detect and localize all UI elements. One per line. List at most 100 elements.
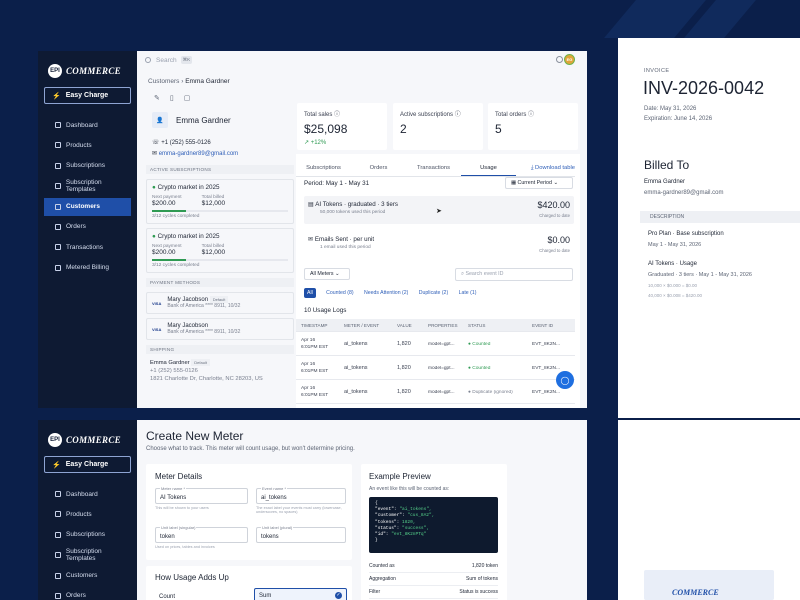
brand-logo[interactable]: EPI COMMERCE [38,51,137,81]
col-value[interactable]: VALUE [392,323,423,328]
col-timestamp[interactable]: TIMESTAMP [296,323,339,328]
breadcrumb-parent[interactable]: Customers [148,78,179,85]
visa-icon: VISA [152,300,162,306]
row-properties: model=gpt... [428,341,455,347]
unit-singular-field[interactable]: Unit label (singular) token [155,525,248,543]
check-icon: ✓ [335,592,342,599]
visa-icon: VISA [152,326,162,332]
mail-icon: ✉ [308,236,314,243]
invoice-number: INV-2026-0042 [643,78,765,98]
avatar[interactable]: EG [564,54,575,65]
filter-counted[interactable]: Counted (8) [326,290,353,296]
sidebar-item-customers[interactable]: Customers [44,567,131,585]
sidebar-item-orders[interactable]: Orders [44,587,131,600]
event-search-input[interactable]: ⌕ Search event ID [455,268,573,281]
col-meter-event[interactable]: METER / EVENT [339,323,392,328]
sidebar-item-transactions[interactable]: Transactions [44,238,131,256]
col-event-id[interactable]: EVENT ID [527,323,575,328]
products-icon [55,511,61,518]
meter-filter-label: All Meters [310,271,334,277]
download-table-button[interactable]: ⤓ Download table [531,163,575,176]
filter-all[interactable]: All [304,288,316,298]
sum-option[interactable]: Sum ✓ [254,588,347,600]
trash-icon[interactable]: ▯ [170,94,174,102]
code-value: "success", [402,525,430,531]
orders-icon [55,592,61,599]
event-name-field[interactable]: Event name * ai_tokens [256,486,346,504]
status-dot: ● [152,184,156,191]
edit-icon[interactable]: ✎ [154,94,160,102]
payment-method-card[interactable]: VISA Mary Jacobson Bank of America **** … [146,318,294,340]
stat-total-orders: Total orders ⓘ 5 [488,103,578,150]
sidebar-item-customers[interactable]: Customers [44,197,131,216]
cycles-text: 3/12 cycles completed [152,214,200,219]
billed-name: Emma Gardner [644,179,686,185]
sidebar-item-products[interactable]: Products [44,136,131,154]
sidebar-item-orders[interactable]: Orders [44,218,131,236]
stat-delta: ↗ +12% [304,140,327,146]
sidebar-item-subscription-templates[interactable]: Subscription Templates [44,546,131,564]
sidebar-item-label: Customers [66,203,100,211]
tab-transactions[interactable]: Transactions [406,163,461,176]
customer-email[interactable]: emma-gardner89@gmail.com [159,151,238,157]
breadcrumb: Customers › Emma Gardner [148,78,230,85]
sidebar-item-subscription-templates[interactable]: Subscription Templates [44,177,131,195]
payment-method-card[interactable]: VISA Mary Jacobson Default Bank of Ameri… [146,292,294,314]
gear-icon[interactable] [556,56,563,63]
brand-logo[interactable]: EPI COMMERCE [38,420,137,450]
row-date: Apr 16 [301,386,316,391]
breadcrumb-current: Emma Gardner [185,78,230,85]
filter-needs-attention[interactable]: Needs Attention (2) [364,290,408,296]
unit-singular-value: token [160,534,175,540]
meter-name-field[interactable]: Meter name * AI Tokens [155,486,248,504]
stat-label: Total orders [495,112,527,118]
sidebar-item-dashboard[interactable]: Dashboard [44,485,131,503]
invoice-line-title: AI Tokens · Usage [648,261,697,267]
tab-usage[interactable]: Usage [461,163,516,176]
row-meter: ai_tokens [344,389,368,395]
row-event-id: EVT_8K2N... [532,389,560,395]
subscription-card[interactable]: ● Crypto market in 2025 Next payment $200… [146,179,294,224]
filter-late[interactable]: Late (1) [459,290,477,296]
sidebar-item-products[interactable]: Products [44,505,131,523]
easy-charge-button[interactable]: ⚡ Easy Charge [44,87,131,104]
sidebar-item-dashboard[interactable]: Dashboard [44,116,131,134]
invoice-date: Date: May 31, 2026 [644,106,697,112]
sidebar-item-subscriptions[interactable]: Subscriptions [44,526,131,544]
col-status[interactable]: STATUS [463,323,527,328]
meter-filter[interactable]: All Meters ⌄ [304,268,350,280]
subscriptions-icon [55,531,61,538]
sidebar-item-subscriptions[interactable]: Subscriptions [44,157,131,175]
usage-summary-card[interactable]: ✉ Emails Sent · per unit 1 email used th… [304,231,574,259]
tab-orders[interactable]: Orders [351,163,406,176]
table-row[interactable]: Apr 16 6:01PM EST ai_tokens 1,820 model=g… [296,381,575,404]
sidebar-item-label: Products [66,141,92,149]
adds-up-heading: How Usage Adds Up [155,573,229,582]
lock-icon[interactable]: ▢ [184,94,191,102]
subscription-title: Crypto market in 2025 [157,233,220,240]
customer-tabs: Subscriptions Orders Transactions Usage … [296,163,575,177]
filter-duplicate[interactable]: Duplicate (2) [419,290,448,296]
card-detail: Bank of America **** 8911, 10/32 [167,303,241,309]
table-row[interactable]: Apr 16 6:01PM EST ai_tokens 1,820 model=g… [296,357,575,380]
subscription-card[interactable]: ● Crypto market in 2025 Next payment $200… [146,228,294,273]
sidebar-item-metered-billing[interactable]: Metered Billing [44,259,131,277]
col-properties[interactable]: PROPERTIES [423,323,463,328]
count-option[interactable]: Count [159,594,175,600]
invoice-document: INVOICE INV-2026-0042 Date: May 31, 2026… [618,38,800,418]
billed-to-heading: Billed To [644,158,690,172]
summary-sub: 50,000 tokens used this period [320,210,386,215]
unit-plural-field[interactable]: Unit label (plural) tokens [256,525,346,543]
customers-icon [55,572,61,579]
chat-support-button[interactable]: ◯ [556,371,574,389]
code-value: "cus_8A2", [407,513,435,519]
search-input[interactable]: Search [156,57,177,64]
easy-charge-button[interactable]: ⚡ Easy Charge [44,456,131,473]
code-value: "evt_8K2nPTq" [391,532,427,538]
period-select[interactable]: ▦ Current Period ⌄ [505,177,573,189]
code-key: "id": [375,532,392,538]
preview-sub: An event like this will be counted as: [369,486,450,492]
table-row[interactable]: Apr 16 6:01PM EST ai_tokens 1,820 model=g… [296,333,575,356]
preview-key: Aggregation [369,576,396,582]
tab-subscriptions[interactable]: Subscriptions [296,163,351,176]
